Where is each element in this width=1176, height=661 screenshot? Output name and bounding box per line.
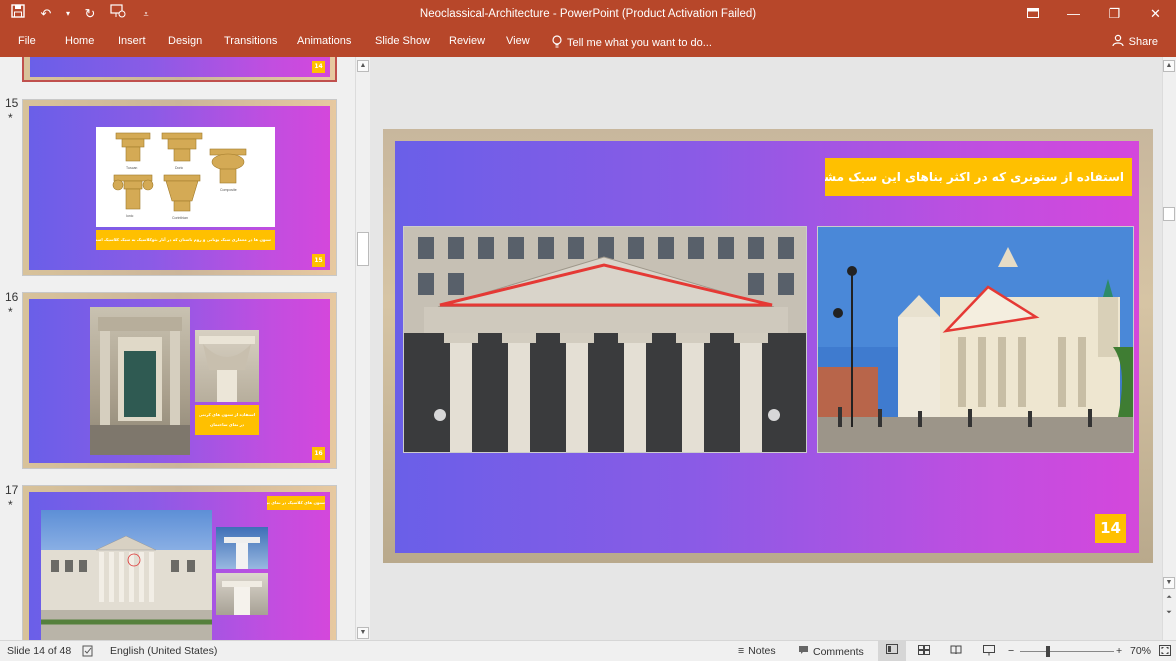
thumb-caption: ستون های کلاسیک در نمای بیرونی — [267, 496, 325, 510]
person-icon — [1112, 34, 1124, 49]
thumb-caption: استفاده از ستون های کرنتی در نمای ساختما… — [195, 405, 259, 435]
pediment-building-photo — [403, 226, 807, 453]
slide-sorter-view-icon[interactable] — [918, 645, 930, 658]
zoom-out-button[interactable]: − — [1008, 645, 1014, 657]
slide-number-label: 16 — [5, 290, 19, 304]
animation-star-icon: * — [8, 498, 13, 512]
tab-file[interactable]: File — [18, 35, 36, 47]
scroll-thumb[interactable] — [357, 232, 369, 266]
thumb-card — [30, 57, 330, 77]
tell-me-label: Tell me what you want to do... — [567, 37, 712, 49]
scroll-thumb[interactable] — [1163, 207, 1175, 221]
slide-thumbnail-17[interactable]: ستون های کلاسیک در نمای بیرونی — [22, 485, 337, 640]
slide-thumbnail-14[interactable]: 14 — [22, 57, 337, 82]
tab-design[interactable]: Design — [168, 35, 202, 47]
column-detail-image-top — [216, 527, 268, 569]
comments-button[interactable]: Comments — [798, 645, 864, 658]
slide-number-badge: 16 — [312, 447, 325, 460]
zoom-in-button[interactable]: + — [1116, 645, 1122, 657]
column-capitals-image: Tuscan Doric Composite Ionic Corinthian — [96, 127, 275, 227]
lightbulb-icon — [552, 35, 562, 51]
slide-show-view-icon[interactable] — [983, 645, 995, 659]
slide-number-badge: 15 — [312, 254, 325, 267]
tab-slide-show[interactable]: Slide Show — [375, 35, 430, 47]
tab-insert[interactable]: Insert — [118, 35, 146, 47]
notes-icon: ≡ — [738, 645, 745, 657]
reading-view-icon[interactable] — [950, 645, 962, 658]
spelling-check-icon[interactable] — [82, 645, 94, 660]
slide-scrollbar[interactable]: ▲ ▼ ⏶ ⏷ — [1162, 57, 1176, 640]
tab-animations[interactable]: Animations — [297, 35, 351, 47]
capital-label: Tuscan — [126, 166, 137, 170]
ribbon-tabs: File Home Insert Design Transitions Anim… — [0, 30, 1176, 57]
zoom-slider-thumb[interactable] — [1046, 646, 1050, 657]
capital-label: Doric — [175, 166, 183, 170]
thumb-caption: ستون ها در معماری سبک یونانی و روم باستا… — [96, 230, 275, 250]
column-detail-image-bottom — [216, 573, 268, 615]
slide-number-badge: 14 — [1095, 514, 1126, 543]
close-icon[interactable]: ✕ — [1135, 0, 1176, 30]
scroll-down-button[interactable]: ▼ — [357, 627, 369, 639]
animation-star-icon: * — [8, 305, 13, 319]
slide-number-label: 17 — [5, 483, 19, 497]
comments-label: Comments — [813, 645, 864, 658]
scroll-up-button[interactable]: ▲ — [357, 60, 369, 72]
museum-facade-image — [41, 510, 212, 640]
scroll-up-button[interactable]: ▲ — [1163, 60, 1175, 72]
notes-label: Notes — [748, 645, 776, 657]
slide-counter: Slide 14 of 48 — [7, 645, 72, 657]
zoom-slider[interactable] — [1020, 646, 1114, 657]
language-indicator[interactable]: English (United States) — [110, 645, 217, 657]
slide-caption: استفاده از ستونری که در اکثر بناهای این … — [825, 158, 1132, 196]
window-controls: — ❐ ✕ — [1012, 0, 1176, 30]
doorway-image — [90, 307, 190, 455]
capital-closeup-image — [195, 330, 259, 402]
tell-me-box[interactable]: Tell me what you want to do... — [552, 35, 712, 51]
normal-view-icon[interactable] — [878, 641, 906, 661]
share-button[interactable]: Share — [1112, 34, 1158, 49]
thumbnail-pane: 14 15 * Tuscan Doric Composite Ionic Cor… — [0, 57, 370, 640]
scroll-down-button[interactable]: ▼ — [1163, 577, 1175, 589]
minimize-icon[interactable]: — — [1053, 0, 1094, 30]
ribbon-display-options-icon[interactable] — [1012, 0, 1053, 30]
previous-slide-button[interactable]: ⏶ — [1163, 593, 1175, 605]
thumbnail-scrollbar[interactable]: ▲ ▼ — [355, 57, 370, 640]
tab-review[interactable]: Review — [449, 35, 485, 47]
capital-label: Corinthian — [172, 216, 188, 220]
current-slide[interactable]: استفاده از ستونری که در اکثر بناهای این … — [383, 129, 1153, 563]
status-bar: Slide 14 of 48 English (United States) ≡… — [0, 640, 1176, 661]
notes-button[interactable]: ≡ Notes — [738, 645, 776, 657]
tab-view[interactable]: View — [506, 35, 530, 47]
slide-thumbnail-15[interactable]: Tuscan Doric Composite Ionic Corinthian … — [22, 99, 337, 276]
slide-number-label: 15 — [5, 96, 19, 110]
zoom-level[interactable]: 70% — [1130, 645, 1151, 657]
next-slide-button[interactable]: ⏷ — [1163, 608, 1175, 620]
tab-transitions[interactable]: Transitions — [224, 35, 277, 47]
window-title: Neoclassical-Architecture - PowerPoint (… — [419, 8, 757, 20]
tab-home[interactable]: Home — [65, 35, 94, 47]
slide-thumbnail-16[interactable]: استفاده از ستون های کرنتی در نمای ساختما… — [22, 292, 337, 469]
animation-star-icon: * — [8, 111, 13, 125]
capital-label: Ionic — [126, 214, 134, 218]
maximize-icon[interactable]: ❐ — [1094, 0, 1135, 30]
capital-label: Composite — [220, 188, 237, 192]
church-square-photo — [817, 226, 1134, 453]
fit-to-window-icon[interactable] — [1159, 645, 1171, 659]
comment-icon — [798, 645, 809, 658]
share-label: Share — [1128, 35, 1158, 48]
slide-number-badge: 14 — [312, 61, 325, 73]
title-bar: ↶ ▾ ↻ ⩡ Neoclassical-Architecture - Powe… — [0, 0, 1176, 30]
